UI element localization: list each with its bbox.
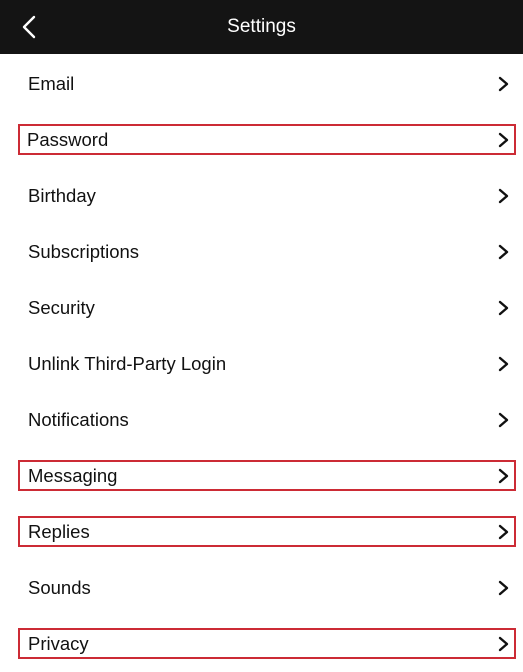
settings-item-label: Sounds bbox=[28, 577, 91, 598]
chevron-right-icon bbox=[497, 634, 511, 654]
chevron-right-icon bbox=[497, 74, 511, 94]
settings-item-label: Subscriptions bbox=[28, 241, 140, 262]
chevron-right-icon bbox=[497, 130, 511, 150]
settings-item-label: Password bbox=[27, 129, 109, 150]
settings-item-messaging[interactable]: Messaging bbox=[0, 448, 523, 504]
settings-item-label: Replies bbox=[28, 521, 90, 542]
settings-item-replies[interactable]: Replies bbox=[0, 504, 523, 560]
settings-item-email[interactable]: Email bbox=[0, 56, 523, 112]
settings-item-label: Privacy bbox=[28, 633, 89, 654]
highlight-box bbox=[18, 516, 516, 547]
settings-item-password[interactable]: Password bbox=[0, 112, 523, 168]
settings-item-label: Birthday bbox=[28, 185, 96, 206]
settings-item-notifications[interactable]: Notifications bbox=[0, 392, 523, 448]
chevron-right-icon bbox=[497, 186, 511, 206]
chevron-right-icon bbox=[497, 354, 511, 374]
settings-item-label: Security bbox=[28, 297, 95, 318]
settings-item-unlink-third-party-login[interactable]: Unlink Third-Party Login bbox=[0, 336, 523, 392]
settings-item-security[interactable]: Security bbox=[0, 280, 523, 336]
settings-item-label: Email bbox=[28, 73, 75, 94]
settings-list: Email Password Birthday Subscriptions Se… bbox=[0, 56, 523, 672]
top-bar: Settings bbox=[0, 0, 523, 54]
settings-item-label: Messaging bbox=[28, 465, 118, 486]
chevron-right-icon bbox=[497, 298, 511, 318]
page-title: Settings bbox=[227, 16, 296, 37]
chevron-right-icon bbox=[497, 410, 511, 430]
chevron-right-icon bbox=[497, 578, 511, 598]
settings-item-label: Notifications bbox=[28, 409, 129, 430]
chevron-right-icon bbox=[497, 242, 511, 262]
settings-item-privacy[interactable]: Privacy bbox=[0, 616, 523, 672]
highlight-box bbox=[18, 628, 516, 659]
settings-item-birthday[interactable]: Birthday bbox=[0, 168, 523, 224]
chevron-right-icon bbox=[497, 522, 511, 542]
settings-item-subscriptions[interactable]: Subscriptions bbox=[0, 224, 523, 280]
chevron-right-icon bbox=[497, 466, 511, 486]
settings-item-label: Unlink Third-Party Login bbox=[28, 353, 227, 374]
settings-item-sounds[interactable]: Sounds bbox=[0, 560, 523, 616]
